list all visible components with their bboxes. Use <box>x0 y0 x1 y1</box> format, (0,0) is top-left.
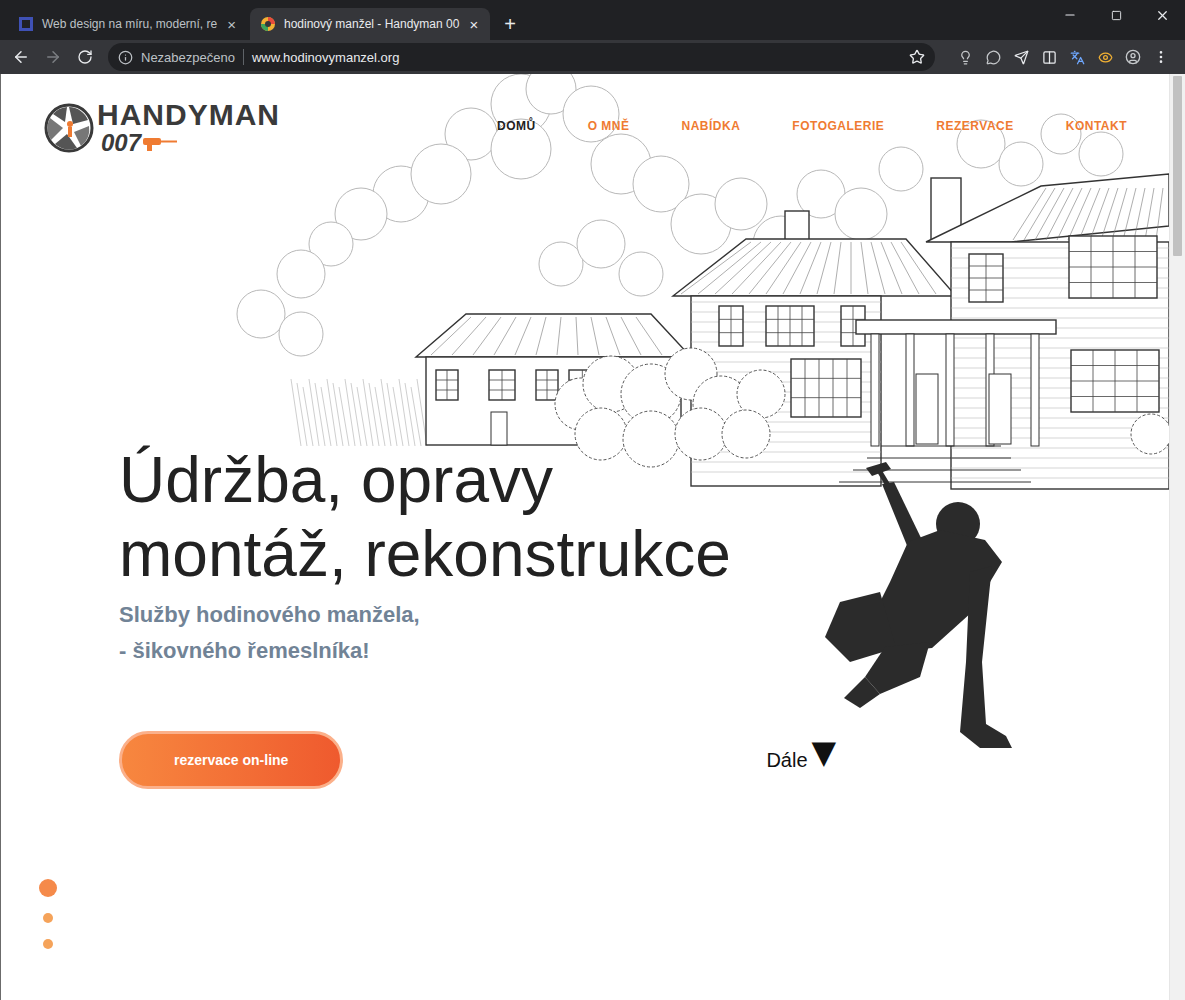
maximize-icon <box>1111 10 1122 21</box>
nav-item[interactable]: DOMŮ <box>497 119 536 133</box>
extension-button[interactable] <box>1013 49 1029 65</box>
extension-button[interactable] <box>1097 49 1113 65</box>
tab-close-button[interactable]: × <box>225 17 238 32</box>
hero: Údržba, opravymontáž, rekonstrukceSlužby… <box>1 155 1169 789</box>
extension-button[interactable] <box>1069 49 1085 65</box>
nav-item[interactable]: KONTAKT <box>1066 119 1127 133</box>
tab-strip: Web design na míru, moderní, re×hodinový… <box>8 8 1047 40</box>
menu-dots-icon <box>1153 49 1169 65</box>
scroll-hint[interactable]: Dále▼ <box>766 749 836 772</box>
logo-text: HANDYMAN007 <box>97 100 280 155</box>
avatar-icon <box>1125 48 1141 66</box>
columns-icon <box>1042 50 1057 65</box>
send-icon <box>1014 50 1029 65</box>
lightbulb-icon <box>958 50 973 65</box>
hero-heading: Údržba, opravymontáž, rekonstrukce <box>119 443 1169 591</box>
close-icon <box>1155 8 1170 23</box>
scroll-hint-label: Dále <box>766 749 807 772</box>
close-window-button[interactable] <box>1139 0 1185 30</box>
house-illustration-icon <box>1 74 1169 504</box>
security-label: Nezabezpečeno <box>141 50 235 65</box>
extension-button[interactable] <box>1041 49 1057 65</box>
forward-button[interactable] <box>38 43 68 71</box>
heading-line: montáž, rekonstrukce <box>119 517 1169 591</box>
extensions <box>947 49 1179 65</box>
window-sketch <box>1069 236 1157 298</box>
toolbar: Nezabezpečeno www.hodinovymanzel.org <box>0 40 1185 74</box>
slide-dot[interactable] <box>39 879 57 897</box>
reload-icon <box>77 49 93 65</box>
title-bar: Web design na míru, moderní, re×hodinový… <box>0 0 1185 40</box>
window-sketch <box>436 370 458 400</box>
extension-button[interactable] <box>957 49 973 65</box>
site-logo[interactable]: HANDYMAN007 <box>43 100 280 155</box>
viewport: HANDYMAN007 DOMŮ O MNĚ NABÍDKA FOTOGALERIE RE… <box>0 74 1185 1000</box>
maximize-button[interactable] <box>1093 0 1139 30</box>
site-header: HANDYMAN007 DOMŮ O MNĚ NABÍDKA FOTOGALERIE RE… <box>1 74 1169 155</box>
nav-item[interactable]: NABÍDKA <box>682 119 741 133</box>
window-controls <box>1047 0 1185 30</box>
web-page: HANDYMAN007 DOMŮ O MNĚ NABÍDKA FOTOGALERIE RE… <box>0 74 1169 1000</box>
logo-drill-icon <box>143 135 177 151</box>
site-favicon-icon <box>18 16 34 32</box>
nav-item[interactable]: O MNĚ <box>588 119 630 133</box>
tab-title: Web design na míru, moderní, re <box>42 17 217 31</box>
reload-button[interactable] <box>70 43 100 71</box>
scrollbar-thumb[interactable] <box>1173 76 1182 256</box>
browser-tab[interactable]: Web design na míru, moderní, re × <box>8 8 248 40</box>
tab-title: hodinový manžel - Handyman 00 <box>284 17 459 31</box>
window-sketch <box>766 306 814 346</box>
window-sketch <box>489 370 515 400</box>
window-sketch <box>569 370 609 400</box>
subtitle-line: Služby hodinového manžela, <box>119 597 1169 633</box>
handyman-silhouette-icon <box>820 462 1020 752</box>
slide-dot[interactable] <box>43 939 53 949</box>
heading-line: Údržba, opravy <box>119 443 1169 517</box>
window-sketch <box>791 359 861 417</box>
nav-item[interactable]: REZERVACE <box>936 119 1013 133</box>
site-favicon-icon <box>260 16 276 32</box>
browser-window: Web design na míru, moderní, re×hodinový… <box>0 0 1185 1000</box>
logo-aperture-icon <box>43 102 95 154</box>
hero-subtitle: Služby hodinového manžela,- šikovného ře… <box>119 597 1169 669</box>
extension-button[interactable] <box>985 49 1001 65</box>
hero-actions: rezervace on-line Dále▼ <box>119 731 1169 789</box>
bookmark-button[interactable] <box>909 49 925 65</box>
logo-number-row: 007 <box>101 130 280 155</box>
reservation-button[interactable]: rezervace on-line <box>119 731 343 789</box>
address-bar[interactable]: Nezabezpečeno www.hodinovymanzel.org <box>108 43 935 71</box>
slide-dots <box>38 879 58 949</box>
menu-button[interactable] <box>1153 49 1169 65</box>
scroll-arrow: ▼ <box>812 736 837 768</box>
arrow-right-icon <box>44 48 62 66</box>
address-divider <box>243 49 244 65</box>
window-sketch <box>536 370 558 400</box>
url-text: www.hodinovymanzel.org <box>252 50 399 65</box>
back-button[interactable] <box>6 43 36 71</box>
profile-button[interactable] <box>1125 49 1141 65</box>
slide-dot[interactable] <box>43 913 53 923</box>
logo-name: HANDYMAN <box>97 100 280 130</box>
subtitle-line: - šikovného řemeslníka! <box>119 633 1169 669</box>
minimize-button[interactable] <box>1047 0 1093 30</box>
new-tab-button[interactable]: + <box>492 8 528 40</box>
nav-item[interactable]: FOTOGALERIE <box>792 119 884 133</box>
translate-icon <box>1070 50 1085 65</box>
browser-tab[interactable]: hodinový manžel - Handyman 00 × <box>250 8 490 40</box>
tab-close-button[interactable]: × <box>467 17 480 32</box>
eye-icon <box>1098 50 1113 65</box>
window-sketch <box>719 306 743 346</box>
skype-icon <box>986 50 1001 65</box>
star-icon <box>909 49 925 65</box>
window-sketch <box>969 254 1003 302</box>
arrow-left-icon <box>12 48 30 66</box>
window-sketch <box>1071 350 1159 412</box>
minimize-icon <box>1063 8 1077 22</box>
window-sketch <box>841 306 865 346</box>
main-nav: DOMŮ O MNĚ NABÍDKA FOTOGALERIE REZERVACE KONT… <box>497 119 1127 133</box>
scrollbar[interactable] <box>1169 74 1185 1000</box>
info-icon <box>118 50 133 65</box>
logo-number: 007 <box>101 130 141 155</box>
